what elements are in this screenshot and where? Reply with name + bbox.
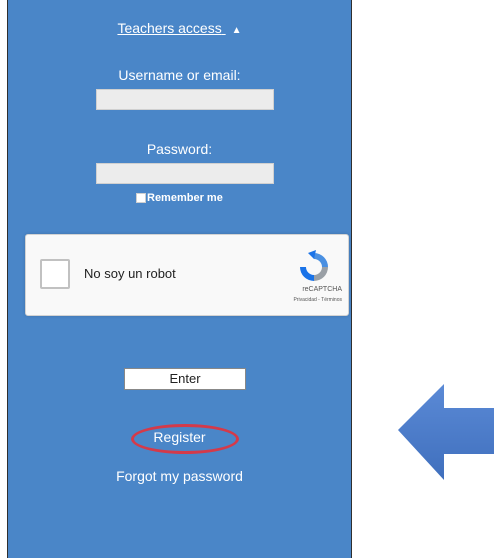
left-arrow-icon (398, 384, 494, 480)
teachers-access-toggle[interactable]: Teachers access ▲ (8, 20, 351, 36)
recaptcha-terms[interactable]: Privacidad - Términos (242, 297, 342, 303)
caret-up-icon: ▲ (231, 25, 242, 36)
remember-me[interactable]: Remember me (136, 192, 223, 204)
remember-me-label: Remember me (147, 192, 223, 204)
remember-me-checkbox[interactable] (136, 193, 146, 203)
password-field[interactable] (96, 163, 274, 184)
username-field[interactable] (96, 89, 274, 110)
recaptcha-checkbox[interactable] (40, 259, 70, 289)
forgot-password-link[interactable]: Forgot my password (8, 468, 351, 484)
teachers-access-label: Teachers access (117, 20, 222, 36)
password-label: Password: (146, 141, 213, 157)
recaptcha-logo-icon (300, 250, 328, 281)
login-panel: Teachers access ▲ Username or email: Pas… (7, 0, 352, 558)
register-link[interactable]: Register (8, 429, 351, 445)
recaptcha-label: No soy un robot (84, 266, 176, 281)
recaptcha-widget: No soy un robot reCAPTCHA Privacidad - T… (25, 234, 349, 316)
username-label: Username or email: (118, 67, 241, 83)
enter-button[interactable]: Enter (124, 368, 246, 390)
recaptcha-brand: reCAPTCHA (302, 286, 342, 293)
